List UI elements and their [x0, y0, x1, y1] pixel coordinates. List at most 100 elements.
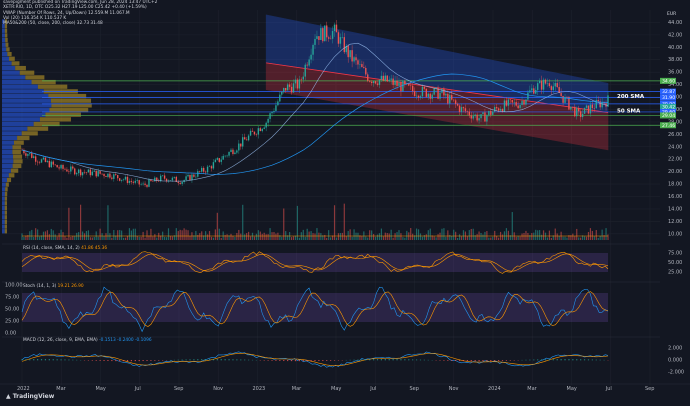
- candle-body: [503, 100, 506, 112]
- ticker-line[interactable]: XETR:RIO, 1D, OTC O25.32 H27.19 L25.00 C…: [3, 5, 157, 10]
- macd-histogram-bar: [119, 360, 121, 362]
- candle-body: [64, 168, 66, 170]
- volume-bar: [429, 228, 431, 240]
- price-tag-text: 27.46: [662, 123, 675, 129]
- stoch-tick-label: 50.00: [5, 307, 19, 313]
- candle-body: [218, 158, 220, 162]
- macd-histogram-bar: [486, 360, 488, 362]
- candle-body: [79, 169, 82, 176]
- candle-body: [554, 83, 556, 87]
- volume-bar: [177, 231, 179, 240]
- volume-bar: [412, 233, 414, 240]
- volume-bar: [382, 236, 384, 240]
- macd-histogram-bar: [333, 360, 336, 361]
- profile-bar-up: [2, 219, 5, 225]
- candle-body: [433, 88, 435, 95]
- macd-histogram-bar: [25, 359, 27, 361]
- candle-body: [195, 176, 197, 178]
- candle-body: [513, 102, 515, 103]
- macd-histogram-bar: [220, 359, 222, 361]
- candle-body: [322, 28, 324, 42]
- volume-bar: [158, 232, 160, 240]
- profile-bar-up: [2, 229, 5, 234]
- volume-bar: [515, 236, 517, 240]
- volume-bar: [169, 236, 172, 240]
- macd-histogram-bar: [443, 360, 445, 361]
- profile-bar-down: [5, 187, 8, 192]
- macd-histogram-bar: [72, 359, 74, 361]
- volume-bar: [488, 237, 490, 240]
- volume-bar: [521, 233, 523, 240]
- macd-histogram-bar: [228, 359, 230, 361]
- stoch-legend[interactable]: Stoch (14, 1, 3) 19.21 26.90: [23, 284, 84, 289]
- volume-bar: [445, 236, 447, 240]
- profile-bar-down: [4, 201, 8, 206]
- candle-body: [224, 155, 226, 157]
- macd-histogram-bar: [185, 359, 187, 361]
- volume-bar: [83, 233, 86, 240]
- candle-body: [117, 175, 119, 179]
- volume-bar: [144, 237, 146, 240]
- candle-body: [302, 76, 304, 80]
- currency-label: EUR: [667, 12, 677, 17]
- candle-body: [390, 78, 392, 80]
- candle-body: [234, 152, 236, 155]
- volume-bar: [152, 236, 154, 240]
- macd-histogram-bar: [122, 360, 125, 362]
- volume-bar: [576, 228, 578, 240]
- candle-body: [29, 153, 31, 155]
- candle-body: [238, 143, 240, 151]
- volume-bar: [355, 232, 357, 240]
- candle-body: [285, 87, 287, 91]
- profile-bar-down: [4, 33, 8, 38]
- macd-histogram-bar: [60, 359, 62, 361]
- macd-tick-label: 0.000: [668, 358, 682, 364]
- macd-histogram-bar: [244, 359, 246, 361]
- volume-bar: [380, 228, 383, 240]
- profile-bar-up: [2, 28, 5, 33]
- candle-body: [146, 184, 148, 187]
- candle-body: [562, 95, 564, 103]
- volume-bar: [439, 232, 441, 240]
- macd-histogram-bar: [314, 360, 316, 362]
- candle-body: [452, 99, 455, 101]
- volume-bar: [189, 235, 191, 240]
- volume-bar: [589, 228, 592, 240]
- candle-body: [329, 38, 332, 40]
- candle-body: [294, 79, 297, 84]
- rsi-legend[interactable]: RSI (14, close, SMA, 14, 2) 41.86 45.36: [23, 246, 107, 251]
- candle-body: [326, 25, 328, 38]
- volume-bar: [283, 208, 285, 240]
- macd-histogram-bar: [275, 360, 277, 361]
- macd-histogram-bar: [56, 359, 58, 361]
- candle-body: [349, 50, 351, 58]
- time-tick-label: Mar: [527, 386, 537, 392]
- ma-line[interactable]: MA50&200 (50, close, 200, close) 32.73 3…: [3, 21, 157, 26]
- candle-body: [454, 100, 457, 104]
- tradingview-logo[interactable]: ▲ TradingView: [6, 393, 54, 400]
- candle-body: [50, 161, 52, 168]
- macd-histogram-bar: [462, 360, 465, 362]
- time-tick-label: 2024: [488, 386, 501, 392]
- candle-body: [101, 173, 103, 175]
- profile-bar-down: [19, 70, 35, 75]
- tradingview-logo-icon: ▲: [6, 393, 11, 400]
- volume-bar: [402, 237, 404, 240]
- stoch-tick-label: 100.00: [5, 283, 23, 289]
- candle-body: [486, 115, 488, 122]
- volume-bar: [253, 236, 256, 240]
- profile-bar-up: [2, 47, 7, 52]
- rsi-tick-label: 50.00: [668, 260, 682, 266]
- volume-bar: [257, 230, 259, 240]
- volume-bar: [441, 228, 443, 240]
- candle-body: [419, 96, 422, 98]
- candle-body: [60, 165, 62, 169]
- candle-body: [216, 158, 219, 160]
- macd-histogram-bar: [556, 359, 558, 361]
- macd-histogram-bar: [208, 359, 211, 361]
- macd-legend[interactable]: MACD (12, 26, close, 9, EMA, EMA) -0.151…: [23, 338, 152, 343]
- volume-bar: [165, 237, 168, 240]
- volume-bar: [87, 230, 90, 240]
- candle-body: [482, 112, 484, 115]
- candle-body: [392, 78, 394, 85]
